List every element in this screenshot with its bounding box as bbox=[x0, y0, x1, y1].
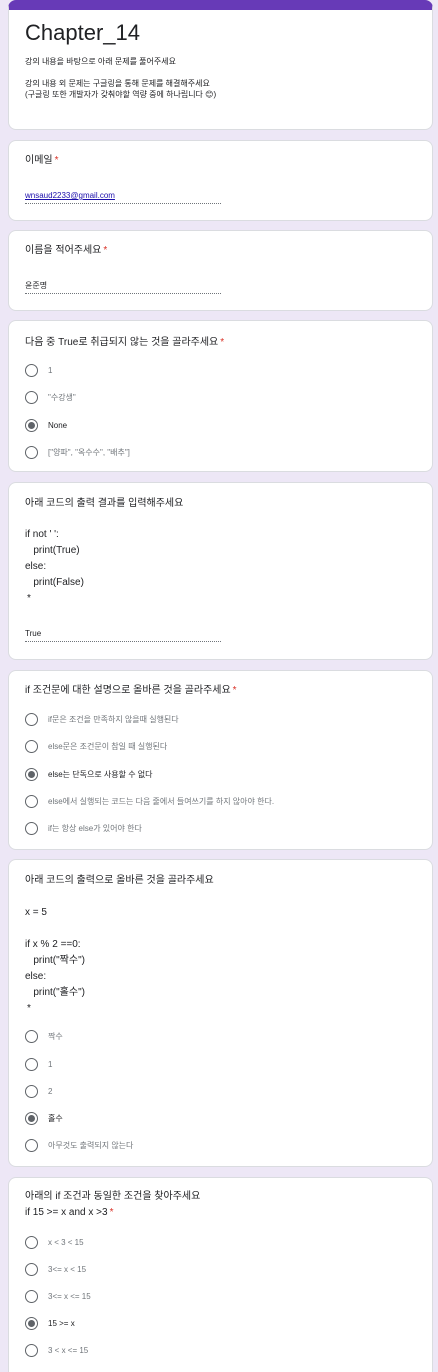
q5-option[interactable]: 3<= x <= 15 bbox=[25, 1288, 91, 1304]
radio-button-selected[interactable] bbox=[25, 418, 38, 432]
code-line: print("홀수") bbox=[25, 987, 85, 998]
q5-option[interactable]: x < 3 < 15 bbox=[25, 1234, 84, 1250]
q5-card: 아래의 if 조건과 동일한 조건을 찾아주세요 if 15 >= x and … bbox=[8, 1177, 433, 1372]
q3-option[interactable]: if는 항상 else가 있어야 한다 bbox=[25, 820, 142, 836]
q1-card: 다음 중 True로 취급되지 않는 것을 골라주세요 * 1 "수강생" Non… bbox=[8, 320, 433, 472]
q5-title-line: if 15 >= x and x >3 * bbox=[25, 1207, 114, 1218]
required-asterisk: * bbox=[103, 245, 108, 256]
q4-card: 아래 코드의 출력으로 올바른 것을 골라주세요 x = 5 if x % 2 … bbox=[8, 859, 433, 1167]
required-asterisk: * bbox=[220, 337, 225, 348]
q3-option[interactable]: if문은 조건을 만족하지 않을때 실행된다 bbox=[25, 711, 179, 727]
q1-option[interactable]: "수강생" bbox=[25, 389, 76, 405]
q5-title: 아래의 if 조건과 동일한 조건을 찾아주세요 if 15 >= x and … bbox=[25, 1189, 200, 1221]
q4-option[interactable]: 1 bbox=[25, 1056, 52, 1072]
q2-answer[interactable]: True bbox=[25, 628, 221, 642]
q5-option[interactable]: 3<= x < 15 bbox=[25, 1261, 86, 1277]
radio-button-selected[interactable] bbox=[25, 767, 38, 781]
radio-button[interactable] bbox=[25, 390, 38, 404]
q2-code-block: if not ' ': print(True) else: print(Fals… bbox=[25, 527, 84, 607]
form-description: 강의 내용을 바탕으로 아래 문제를 풀어주세요 강의 내용 외 문제는 구글링… bbox=[25, 56, 416, 100]
form-header-card: Chapter_14 강의 내용을 바탕으로 아래 문제를 풀어주세요 강의 내… bbox=[8, 0, 433, 130]
form-description-line: 강의 내용 외 문제는 구글링을 통해 문제를 해결해주세요 bbox=[25, 79, 210, 88]
radio-button[interactable] bbox=[25, 445, 38, 459]
q3-card: if 조건문에 대한 설명으로 올바른 것을 골라주세요 * if문은 조건을 만… bbox=[8, 670, 433, 850]
required-asterisk: * bbox=[27, 1003, 31, 1014]
radio-button[interactable] bbox=[25, 363, 38, 377]
radio-button[interactable] bbox=[25, 821, 38, 835]
q4-title: 아래 코드의 출력으로 올바른 것을 골라주세요 bbox=[25, 875, 214, 886]
form-description-line: 강의 내용을 바탕으로 아래 문제를 풀어주세요 bbox=[25, 57, 176, 66]
code-line: else: bbox=[25, 971, 47, 982]
code-line: if x % 2 ==0: bbox=[25, 939, 81, 950]
required-asterisk: * bbox=[109, 1207, 114, 1218]
radio-button[interactable] bbox=[25, 1057, 38, 1071]
q5-title-line: 아래의 if 조건과 동일한 조건을 찾아주세요 bbox=[25, 1191, 201, 1202]
radio-button[interactable] bbox=[25, 739, 38, 753]
name-answer[interactable]: 윤준명 bbox=[25, 280, 221, 294]
radio-button-selected[interactable] bbox=[25, 1316, 38, 1330]
required-asterisk: * bbox=[232, 685, 237, 696]
radio-button[interactable] bbox=[25, 1235, 38, 1249]
q4-code-block: x = 5 if x % 2 ==0: print("짝수") else: pr… bbox=[25, 905, 85, 1017]
q3-title: if 조건문에 대한 설명으로 올바른 것을 골라주세요 * bbox=[25, 685, 237, 696]
email-label: 이메일 * bbox=[25, 155, 59, 166]
q4-option[interactable]: 아무것도 출력되지 않는다 bbox=[25, 1137, 133, 1153]
q3-option[interactable]: else문은 조건문이 참일 때 실행된다 bbox=[25, 738, 167, 754]
code-line: x = 5 bbox=[25, 907, 47, 918]
q4-option[interactable]: 홀수 bbox=[25, 1110, 63, 1126]
radio-button[interactable] bbox=[25, 1138, 38, 1152]
radio-button[interactable] bbox=[25, 1029, 38, 1043]
q2-card: 아래 코드의 출력 결과를 입력해주세요 if not ' ': print(T… bbox=[8, 482, 433, 660]
form-title: Chapter_14 bbox=[25, 20, 140, 45]
name-question-card: 이름을 적어주세요 * 윤준명 bbox=[8, 230, 433, 311]
q1-title: 다음 중 True로 취급되지 않는 것을 골라주세요 * bbox=[25, 337, 225, 348]
radio-button[interactable] bbox=[25, 1084, 38, 1098]
q3-option[interactable]: else는 단독으로 사용할 수 없다 bbox=[25, 766, 153, 782]
q4-option[interactable]: 짝수 bbox=[25, 1028, 63, 1044]
q2-title: 아래 코드의 출력 결과를 입력해주세요 bbox=[25, 498, 184, 509]
email-question-card: 이메일 * wnsaud2233@gmail.com bbox=[8, 140, 433, 221]
q5-option[interactable]: 3 < x <= 15 bbox=[25, 1342, 88, 1358]
q3-option[interactable]: else에서 실행되는 코드는 다음 줄에서 들여쓰기를 하지 않아야 한다. bbox=[25, 793, 274, 809]
q5-option[interactable]: 15 >= x bbox=[25, 1315, 75, 1331]
name-label: 이름을 적어주세요 * bbox=[25, 245, 108, 256]
q1-option[interactable]: ["양파", "옥수수", "배추"] bbox=[25, 444, 130, 460]
q4-option[interactable]: 2 bbox=[25, 1083, 52, 1099]
radio-button[interactable] bbox=[25, 1289, 38, 1303]
radio-button-selected[interactable] bbox=[25, 1111, 38, 1125]
q1-option[interactable]: None bbox=[25, 417, 67, 433]
radio-button[interactable] bbox=[25, 794, 38, 808]
required-asterisk: * bbox=[27, 593, 31, 604]
radio-button[interactable] bbox=[25, 1343, 38, 1357]
code-line: else: bbox=[25, 561, 47, 572]
email-answer[interactable]: wnsaud2233@gmail.com bbox=[25, 190, 221, 204]
code-line: print(True) bbox=[25, 545, 80, 556]
code-line: print(False) bbox=[25, 577, 84, 588]
q1-option[interactable]: 1 bbox=[25, 362, 52, 378]
form-description-line: (구글링 또한 개발자가 갖춰야할 역량 중에 하나립니다 😊) bbox=[25, 90, 217, 99]
code-line: print("짝수") bbox=[25, 955, 85, 966]
radio-button[interactable] bbox=[25, 712, 38, 726]
radio-button[interactable] bbox=[25, 1262, 38, 1276]
required-asterisk: * bbox=[54, 155, 59, 166]
code-line: if not ' ': bbox=[25, 529, 59, 540]
